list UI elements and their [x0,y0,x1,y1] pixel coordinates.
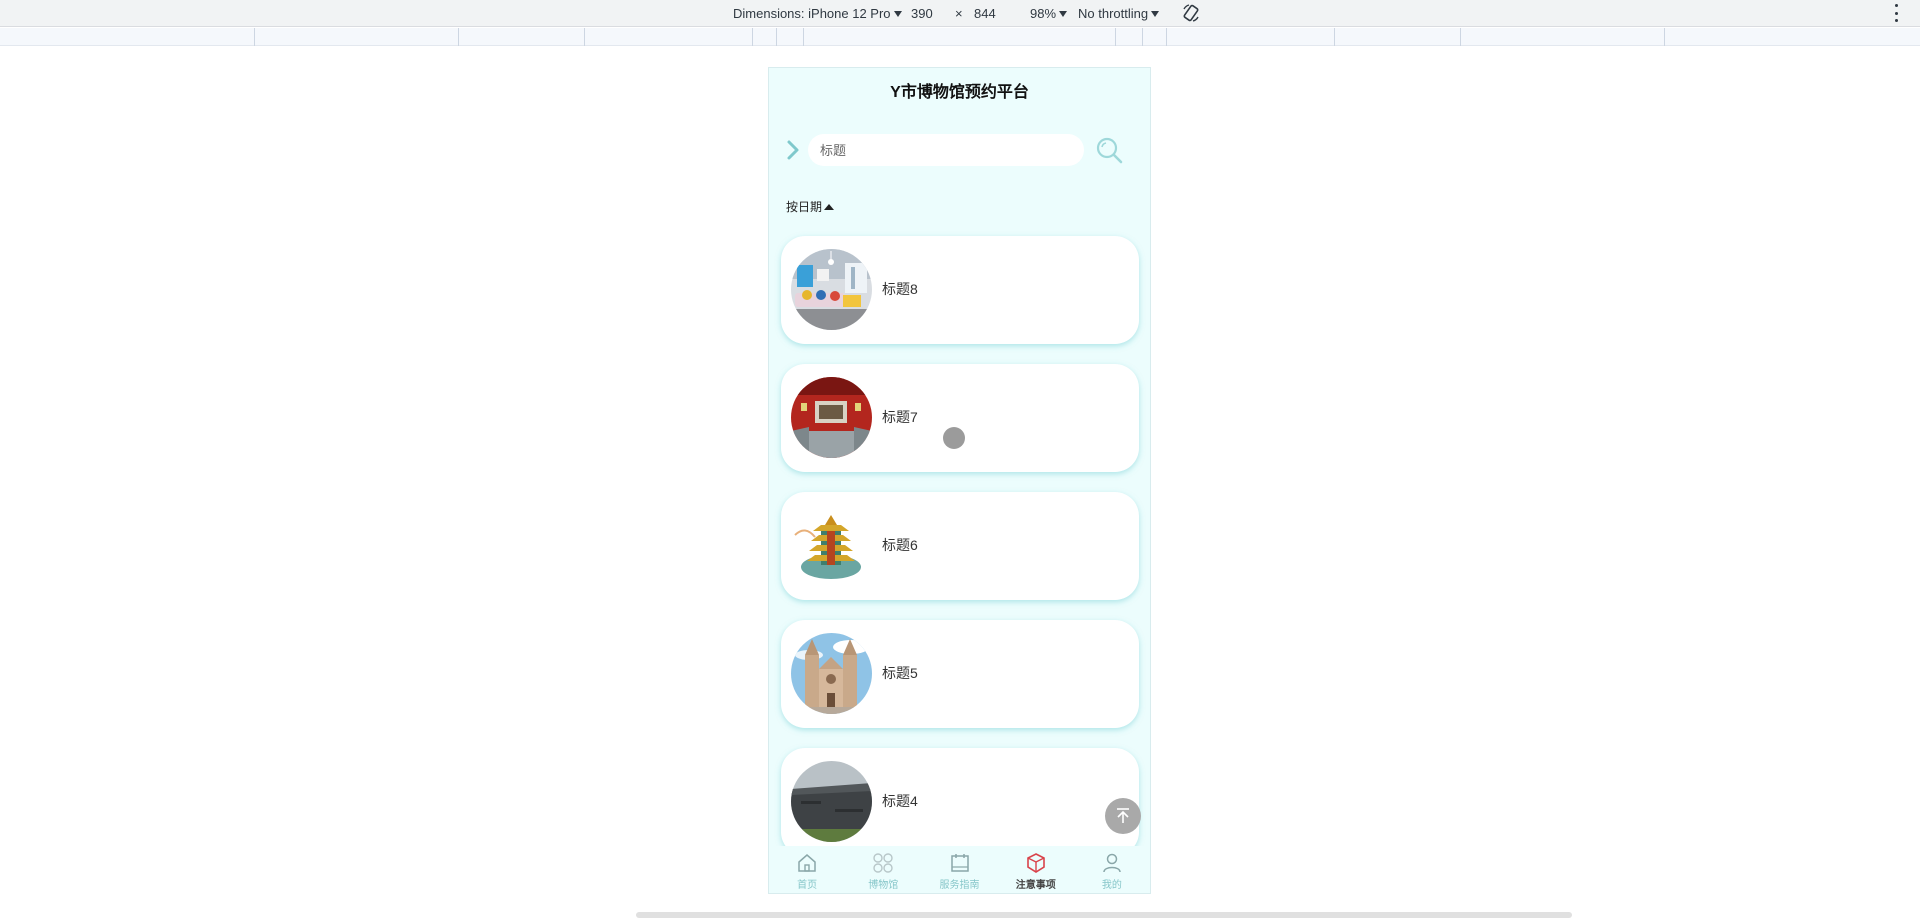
modern-museum-building-photo [791,761,872,842]
chevron-down-icon [1151,10,1160,17]
list-item[interactable]: 标题7 [781,364,1139,472]
church-photo [791,633,872,714]
sort-ascending-icon [824,203,835,210]
chevron-down-icon [1059,10,1068,17]
item-title: 标题5 [882,665,918,681]
arrow-up-to-top-icon [1117,808,1129,823]
rotate-icon[interactable] [1181,3,1201,23]
home-icon [798,854,816,872]
tab-mine[interactable]: 我的 [1074,846,1150,893]
pagoda-tower-photo [791,505,872,586]
dimension-separator: × [955,6,963,21]
search-bar [769,132,1150,168]
tab-home[interactable]: 首页 [769,846,845,893]
tab-label: 博物馆 [868,880,899,891]
back-to-top-button[interactable] [1105,798,1141,834]
grid-icon [873,853,893,873]
width-field[interactable]: 390 [911,6,933,21]
page-title: Y市博物馆预约平台 [890,84,1029,101]
list-item[interactable]: 标题8 [781,236,1139,344]
zoom-selector[interactable]: 98% [1030,6,1068,21]
height-field[interactable]: 844 [974,6,996,21]
list-item[interactable]: 标题5 [781,620,1139,728]
living-room-photo [791,249,872,330]
tab-notices[interactable]: 注意事项 [998,846,1074,893]
bottom-tab-bar: 首页 博物馆 服务指南 注意事项 我的 [769,846,1150,893]
touch-cursor [943,427,965,449]
red-gallery-photo [791,377,872,458]
horizontal-scrollbar[interactable] [636,912,1572,918]
item-title: 标题6 [882,537,918,553]
list-item[interactable]: 标题6 [781,492,1139,600]
calendar-icon [950,854,969,872]
throttling-selector[interactable]: No throttling [1078,6,1160,21]
search-icon[interactable] [1094,135,1124,165]
more-vertical-icon[interactable] [1893,4,1899,22]
device-selector[interactable]: Dimensions: iPhone 12 Pro [733,6,902,21]
cube-icon [1026,853,1045,873]
devtools-device-toolbar: Dimensions: iPhone 12 Pro 390 × 844 98% … [0,0,1920,27]
tab-label: 我的 [1101,880,1122,891]
tab-label: 首页 [797,880,818,891]
device-dimensions-label: Dimensions: iPhone 12 Pro [733,6,891,21]
tab-label: 注意事项 [1015,880,1056,891]
item-title: 标题4 [882,793,918,809]
tab-museum[interactable]: 博物馆 [845,846,921,893]
media-query-ruler [0,28,1920,46]
tab-label: 服务指南 [939,880,980,891]
sort-by-date[interactable]: 按日期 [786,198,835,215]
chevron-down-icon [893,10,902,17]
tab-service-guide[interactable]: 服务指南 [921,846,997,893]
item-title: 标题7 [882,409,918,425]
search-input[interactable] [808,134,1084,166]
user-icon [1103,853,1121,873]
sort-label: 按日期 [786,200,823,214]
list-item[interactable]: 标题4 [781,748,1139,856]
item-title: 标题8 [882,281,918,297]
phone-viewport: Y市博物馆预约平台 按日期 [768,67,1151,894]
chevron-right-icon[interactable] [784,139,802,161]
